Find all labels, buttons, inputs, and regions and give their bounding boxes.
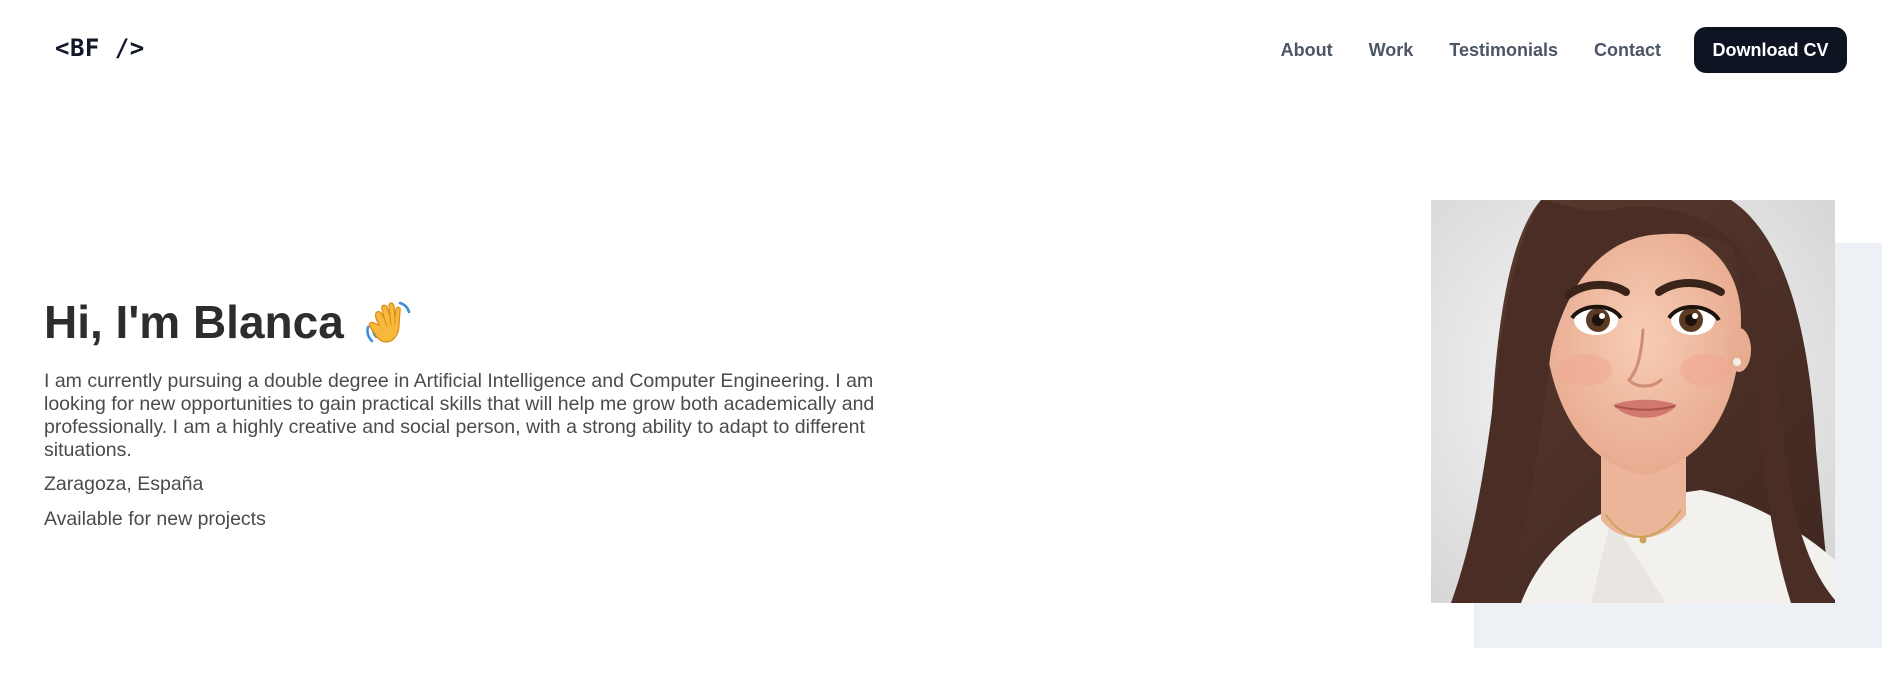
site-logo[interactable]: <BF /> <box>55 34 145 62</box>
hero-title: Hi, I'm Blanca <box>44 296 344 348</box>
avatar-portrait <box>1431 200 1835 603</box>
availability-text: Available for new projects <box>44 508 266 530</box>
hero-intro: Hi, I'm Blanca I am currently pursuing a… <box>44 292 924 531</box>
location-text: Zaragoza, España <box>44 473 204 495</box>
nav-link-testimonials[interactable]: Testimonials <box>1449 40 1558 61</box>
main-nav: About Work Testimonials Contact Download… <box>1281 27 1882 73</box>
site-header: <BF /> About Work Testimonials Contact D… <box>0 0 1882 100</box>
nav-link-work[interactable]: Work <box>1369 40 1414 61</box>
page: <BF /> About Work Testimonials Contact D… <box>0 0 1882 675</box>
nav-link-contact[interactable]: Contact <box>1594 40 1661 61</box>
nav-link-about[interactable]: About <box>1281 40 1333 61</box>
hero-heading: Hi, I'm Blanca <box>44 292 924 352</box>
waving-hand-icon <box>362 297 412 347</box>
hero-bio: I am currently pursuing a double degree … <box>44 370 875 461</box>
download-cv-button[interactable]: Download CV <box>1694 27 1847 73</box>
